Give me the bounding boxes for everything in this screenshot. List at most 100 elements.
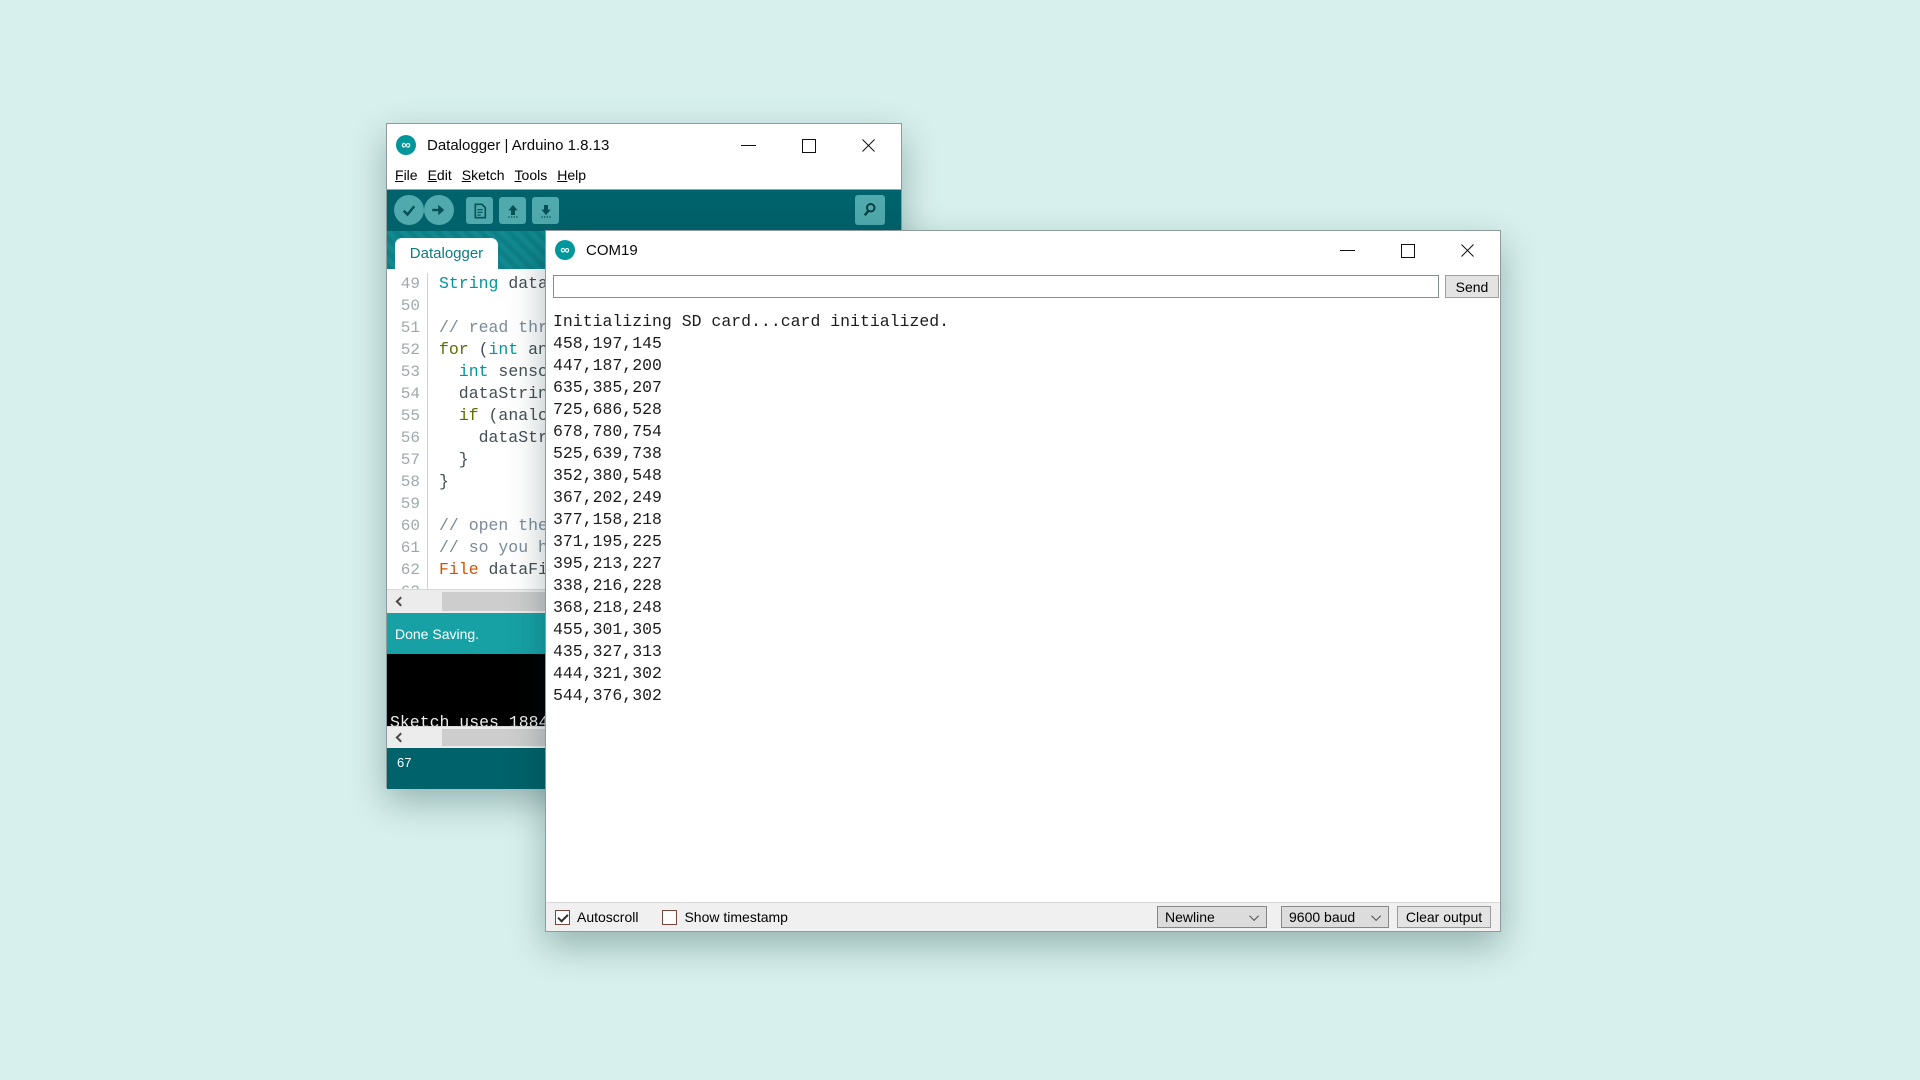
up-arrow-icon — [505, 203, 521, 219]
serial-line: 635,385,207 — [553, 377, 1498, 399]
menu-sketch[interactable]: Sketch — [462, 166, 505, 184]
cursor-line-indicator: 67 — [397, 755, 411, 770]
open-button[interactable] — [499, 197, 526, 224]
chevron-down-icon — [1371, 911, 1381, 921]
autoscroll-toggle[interactable]: Autoscroll — [555, 909, 638, 925]
serial-body: Send Initializing SD card...card initial… — [546, 269, 1500, 931]
verify-button[interactable] — [394, 195, 424, 225]
serial-line: 455,301,305 — [553, 619, 1498, 641]
serial-titlebar[interactable]: COM19 — [546, 231, 1500, 269]
status-message: Done Saving. — [395, 626, 479, 642]
serial-line: 447,187,200 — [553, 355, 1498, 377]
code-text: } — [428, 449, 469, 471]
menu-edit[interactable]: Edit — [428, 166, 452, 184]
document-icon — [472, 203, 488, 219]
line-number: 55 — [387, 405, 428, 427]
line-number: 56 — [387, 427, 428, 449]
line-ending-select[interactable]: Newline — [1157, 906, 1267, 928]
close-icon[interactable] — [857, 134, 880, 157]
timestamp-toggle[interactable]: Show timestamp — [662, 909, 787, 925]
magnifier-icon — [861, 201, 879, 219]
serial-send-input[interactable] — [553, 275, 1439, 298]
minimize-icon[interactable] — [1336, 239, 1359, 262]
serial-line: 525,639,738 — [553, 443, 1498, 465]
code-text — [428, 581, 439, 589]
serial-bottombar: Autoscroll Show timestamp Newline 9600 b… — [546, 902, 1500, 931]
scroll-left-button[interactable] — [387, 590, 410, 613]
clear-output-button[interactable]: Clear output — [1397, 906, 1491, 928]
serial-window-controls — [1336, 239, 1491, 262]
chevron-left-icon — [395, 733, 405, 743]
code-text — [428, 493, 439, 515]
tab-datalogger[interactable]: Datalogger — [395, 238, 498, 269]
baud-rate-value: 9600 baud — [1289, 909, 1355, 925]
serial-line: 444,321,302 — [553, 663, 1498, 685]
down-arrow-icon — [538, 203, 554, 219]
serial-line: 352,380,548 — [553, 465, 1498, 487]
send-button[interactable]: Send — [1445, 275, 1499, 298]
serial-line: 725,686,528 — [553, 399, 1498, 421]
line-number: 57 — [387, 449, 428, 471]
code-text: dataStri — [428, 427, 558, 449]
serial-line: 367,202,249 — [553, 487, 1498, 509]
line-number: 60 — [387, 515, 428, 537]
menu-help[interactable]: Help — [557, 166, 586, 184]
serial-line: 368,218,248 — [553, 597, 1498, 619]
new-sketch-button[interactable] — [466, 197, 493, 224]
desktop-background: Datalogger | Arduino 1.8.13 File Edit Sk… — [0, 0, 1920, 1080]
line-number: 53 — [387, 361, 428, 383]
code-text — [428, 295, 439, 317]
serial-line: Initializing SD card...card initialized. — [553, 311, 1498, 333]
code-text: int senso — [428, 361, 548, 383]
close-icon[interactable] — [1456, 239, 1479, 262]
chevron-left-icon — [395, 597, 405, 607]
serial-output[interactable]: Initializing SD card...card initialized.… — [553, 311, 1498, 900]
line-number: 50 — [387, 295, 428, 317]
ide-window-controls — [737, 134, 892, 157]
serial-monitor-window: COM19 Send Initializing SD card...card i… — [545, 230, 1501, 932]
check-icon — [400, 201, 418, 219]
timestamp-label: Show timestamp — [684, 909, 787, 925]
line-number: 52 — [387, 339, 428, 361]
maximize-icon[interactable] — [1396, 239, 1419, 262]
arduino-infinity-icon — [396, 135, 416, 155]
serial-line: 458,197,145 — [553, 333, 1498, 355]
serial-monitor-button[interactable] — [855, 195, 885, 225]
menu-tools[interactable]: Tools — [515, 166, 548, 184]
line-ending-value: Newline — [1165, 909, 1215, 925]
line-number: 61 — [387, 537, 428, 559]
timestamp-checkbox[interactable] — [662, 910, 677, 925]
serial-line: 435,327,313 — [553, 641, 1498, 663]
serial-line: 371,195,225 — [553, 531, 1498, 553]
autoscroll-checkbox[interactable] — [555, 910, 570, 925]
serial-line: 377,158,218 — [553, 509, 1498, 531]
minimize-icon[interactable] — [737, 134, 760, 157]
maximize-icon[interactable] — [797, 134, 820, 157]
ide-toolbar — [387, 189, 901, 231]
line-number: 63 — [387, 581, 428, 589]
autoscroll-label: Autoscroll — [577, 909, 638, 925]
right-arrow-icon — [430, 201, 448, 219]
serial-window-title: COM19 — [586, 242, 638, 259]
code-text: File dataFil — [428, 559, 558, 581]
line-number: 49 — [387, 273, 428, 295]
save-button[interactable] — [532, 197, 559, 224]
menu-file[interactable]: File — [395, 166, 418, 184]
line-number: 58 — [387, 471, 428, 493]
line-number: 59 — [387, 493, 428, 515]
line-number: 62 — [387, 559, 428, 581]
chevron-down-icon — [1249, 911, 1259, 921]
upload-button[interactable] — [424, 195, 454, 225]
code-text: } — [428, 471, 449, 493]
serial-line: 395,213,227 — [553, 553, 1498, 575]
serial-line: 338,216,228 — [553, 575, 1498, 597]
code-text: if (analog — [428, 405, 558, 427]
arduino-infinity-icon — [555, 240, 575, 260]
baud-rate-select[interactable]: 9600 baud — [1281, 906, 1389, 928]
line-number: 54 — [387, 383, 428, 405]
scroll-left-button[interactable] — [387, 727, 410, 748]
serial-line: 544,376,302 — [553, 685, 1498, 707]
line-number: 51 — [387, 317, 428, 339]
ide-titlebar[interactable]: Datalogger | Arduino 1.8.13 — [387, 124, 901, 166]
code-text: dataString — [428, 383, 558, 405]
